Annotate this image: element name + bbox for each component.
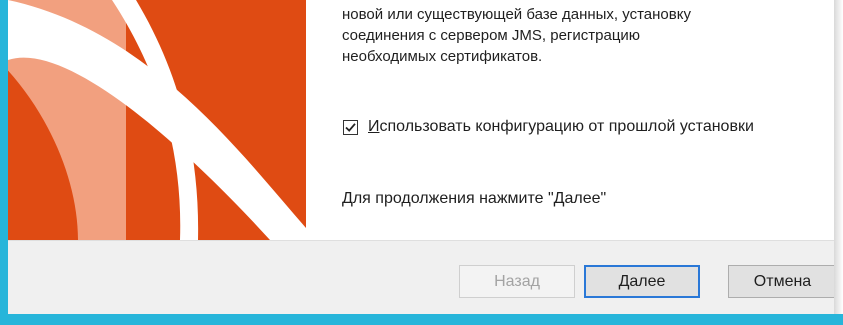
description-text: новой или существующей базе данных, уста… xyxy=(342,6,691,65)
window-bottom-border xyxy=(0,314,843,325)
checkmark-icon xyxy=(345,122,356,132)
banner-graphic xyxy=(8,0,306,240)
cancel-button[interactable]: Отмена xyxy=(728,265,836,298)
use-previous-config-label[interactable]: Использовать конфигурацию от прошлой уст… xyxy=(368,118,754,136)
wizard-dialog: новой или существующей базе данных, уста… xyxy=(0,0,843,325)
use-previous-config-checkbox-row[interactable]: Использовать конфигурацию от прошлой уст… xyxy=(343,116,754,138)
back-button[interactable]: Назад xyxy=(459,265,575,298)
wizard-footer: Назад Далее Отмена xyxy=(8,240,836,314)
checkbox-label-text: спользовать конфигурацию от прошлой уста… xyxy=(379,118,754,135)
next-button[interactable]: Далее xyxy=(584,265,700,298)
checkbox-label-mnemonic: И xyxy=(368,118,380,135)
wizard-banner xyxy=(8,0,306,240)
use-previous-config-checkbox[interactable] xyxy=(343,119,358,135)
continue-instruction-text: Для продолжения нажмите "Далее" xyxy=(342,190,607,207)
window-right-shadow xyxy=(834,0,843,325)
installer-window: новой или существующей базе данных, уста… xyxy=(0,0,843,325)
window-left-border xyxy=(0,0,8,325)
wizard-content: новой или существующей базе данных, уста… xyxy=(306,0,834,240)
